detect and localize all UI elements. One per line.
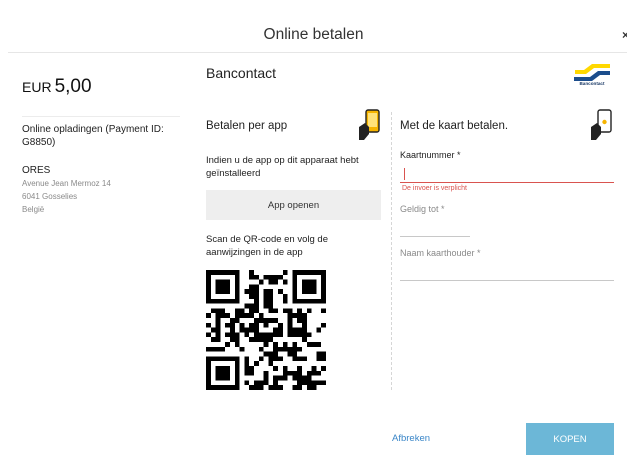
merchant-address-line: 6041 Gosselies xyxy=(22,192,78,201)
payment-method-title: Bancontact xyxy=(206,65,277,81)
card-number-label: Kaartnummer * xyxy=(400,150,461,160)
bancontact-logo: Bancontact xyxy=(574,64,610,86)
expiry-label: Geldig tot * xyxy=(400,204,445,214)
qr-code xyxy=(206,270,326,390)
buy-button[interactable]: KOPEN xyxy=(526,423,614,455)
svg-text:Bancontact: Bancontact xyxy=(579,81,604,86)
phone-hand-icon xyxy=(359,109,380,140)
merchant-address-line: Avenue Jean Mermoz 14 xyxy=(22,179,111,188)
card-number-input[interactable] xyxy=(400,166,614,183)
open-app-button[interactable]: App openen xyxy=(206,190,381,220)
app-section-heading: Betalen per app xyxy=(206,120,288,132)
amount-value: 5,00 xyxy=(54,76,92,97)
column-divider xyxy=(391,112,392,390)
app-install-hint: Indien u de app op dit apparaat hebt geï… xyxy=(206,155,359,179)
card-number-error: De invoer is verplicht xyxy=(402,185,467,192)
expiry-input[interactable] xyxy=(400,220,470,237)
card-holder-input[interactable] xyxy=(400,264,614,281)
qr-scan-hint: Scan de QR-code en volg de aanwijzingen … xyxy=(206,234,328,258)
modal-title: Online betalen xyxy=(263,26,364,43)
text-caret xyxy=(404,168,405,180)
merchant-name: ORES xyxy=(22,165,51,176)
currency: EUR xyxy=(22,79,52,95)
order-description: Online opladingen (Payment ID: G8850) xyxy=(22,124,164,148)
header-divider xyxy=(8,52,627,53)
phone-hand-icon xyxy=(591,109,612,140)
order-amount: EUR 5,00 xyxy=(22,76,92,98)
cancel-link[interactable]: Afbreken xyxy=(392,433,430,444)
card-section-heading: Met de kaart betalen. xyxy=(400,120,509,132)
merchant-address-line: België xyxy=(22,205,45,214)
close-icon[interactable]: × xyxy=(622,28,627,40)
card-holder-label: Naam kaarthouder * xyxy=(400,248,481,258)
summary-divider xyxy=(22,116,180,117)
